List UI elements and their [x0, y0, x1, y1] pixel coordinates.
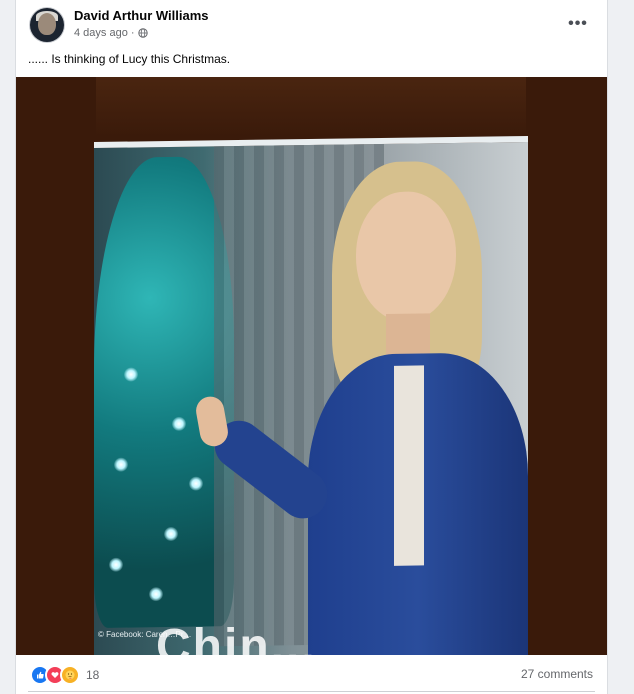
photo-background [96, 77, 526, 137]
tree-light [164, 526, 178, 542]
more-options-icon[interactable]: ••• [566, 12, 590, 36]
avatar-face [38, 13, 56, 35]
comments-count[interactable]: 27 comments [521, 667, 593, 681]
post-card: David Arthur Williams 4 days ago · ••• .… [15, 0, 608, 694]
care-icon [60, 665, 80, 685]
avatar[interactable] [30, 8, 64, 42]
tree-light [149, 587, 163, 602]
overlay-watermark: Chin... [156, 620, 317, 655]
post-time[interactable]: 4 days ago [74, 27, 128, 39]
post-meta: 4 days ago · [74, 27, 148, 39]
post-photo[interactable]: © Facebook: Caren…Pr… Chin... [16, 77, 607, 655]
woman-shirt [394, 365, 424, 566]
meta-separator: · [130, 27, 135, 39]
post-text: ...... Is thinking of Lucy this Christma… [28, 52, 231, 66]
tree-light [189, 476, 203, 491]
globe-icon[interactable] [137, 28, 148, 38]
tree-light [172, 416, 186, 431]
tree-light [114, 457, 128, 472]
tree-light [124, 367, 138, 382]
post-footer: 18 27 comments [16, 655, 607, 694]
tree-light [109, 557, 123, 572]
christmas-tree [94, 156, 234, 629]
printed-photo [94, 135, 528, 655]
footer-divider [28, 691, 595, 692]
post-header: David Arthur Williams 4 days ago · ••• [16, 0, 607, 50]
author-name[interactable]: David Arthur Williams [74, 8, 208, 23]
reaction-count[interactable]: 18 [86, 668, 99, 682]
reactions-summary[interactable]: 18 [30, 665, 99, 685]
